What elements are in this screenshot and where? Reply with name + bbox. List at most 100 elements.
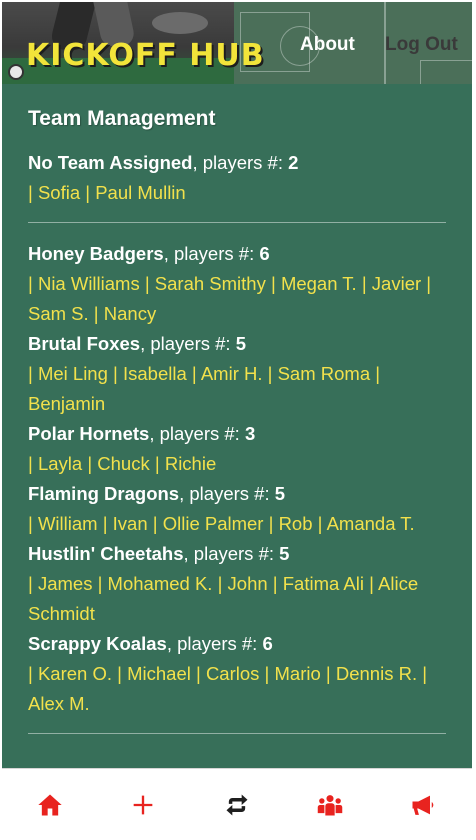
player-separator: | (149, 453, 165, 474)
player-separator: | (28, 573, 38, 594)
main-content: Team Management No Team Assigned, player… (2, 84, 472, 768)
player-link[interactable]: Richie (165, 453, 216, 474)
team-name: Hustlin' Cheetahs (28, 543, 184, 564)
players-count: 5 (274, 483, 286, 504)
player-separator: | (28, 513, 38, 534)
players-count-label: , players #: (192, 152, 289, 173)
player-link[interactable]: Ivan (113, 513, 148, 534)
team-name: Polar Hornets (28, 423, 150, 444)
team-name: Scrappy Koalas (28, 633, 167, 654)
player-link[interactable]: William (38, 513, 98, 534)
team-header: Scrappy Koalas, players #: 6 (28, 629, 446, 659)
players-count-label: , players #: (140, 333, 236, 354)
bottom-tab-bar (2, 768, 472, 838)
team-name: Brutal Foxes (28, 333, 141, 354)
player-list: | Layla | Chuck | Richie (28, 449, 446, 479)
player-separator: | (263, 513, 279, 534)
player-list: | James | Mohamed K. | John | Fatima Ali… (28, 569, 446, 629)
player-link[interactable]: Sarah Smithy (155, 273, 266, 294)
player-separator: | (97, 513, 113, 534)
nav-about-link[interactable]: About (300, 34, 355, 56)
player-link[interactable]: Rob (279, 513, 313, 534)
player-link[interactable]: Isabella (123, 363, 187, 384)
players-count: 5 (279, 543, 290, 564)
players-count: 6 (259, 243, 270, 264)
player-link[interactable]: Paul Mullin (95, 182, 186, 203)
player-separator: | (312, 513, 327, 534)
page-title: Team Management (28, 107, 216, 130)
player-separator: | (265, 273, 281, 294)
player-link[interactable]: Mario (275, 663, 321, 684)
player-separator: | (267, 573, 283, 594)
player-separator: | (28, 663, 38, 684)
tab-teams[interactable] (316, 791, 344, 819)
player-separator: | (147, 513, 163, 534)
player-list: | William | Ivan | Ollie Palmer | Rob | … (28, 509, 446, 539)
player-separator: | (139, 273, 155, 294)
app-logo[interactable]: KICKOFF HUB (26, 38, 265, 73)
player-link[interactable]: James (38, 573, 93, 594)
player-separator: | (417, 663, 428, 684)
player-link[interactable]: Nancy (104, 303, 156, 324)
users-icon (317, 795, 343, 816)
player-link[interactable]: Michael (127, 663, 191, 684)
players-count-label: , players #: (163, 243, 260, 264)
team-name: No Team Assigned (28, 152, 193, 173)
player-link[interactable]: Benjamin (28, 393, 105, 414)
player-link[interactable]: Nia Williams (38, 273, 140, 294)
team-header: Flaming Dragons, players #: 5 (28, 479, 446, 509)
teams-section: Honey Badgers, players #: 6 | Nia William… (28, 223, 446, 734)
player-separator: | (262, 363, 278, 384)
player-link[interactable]: Amanda T. (327, 513, 415, 534)
player-link[interactable]: Amir H. (201, 363, 263, 384)
player-link[interactable]: Sam S. (28, 303, 89, 324)
tab-add[interactable] (129, 791, 157, 819)
player-link[interactable]: Sofia (38, 182, 80, 203)
player-link[interactable]: Mei Ling (38, 363, 108, 384)
team-header: Hustlin' Cheetahs, players #: 5 (28, 539, 446, 569)
player-separator: | (28, 453, 38, 474)
player-link[interactable]: Alex M. (28, 693, 90, 714)
tab-home[interactable] (36, 791, 64, 819)
player-link[interactable]: Carlos (206, 663, 259, 684)
swap-icon (226, 794, 248, 816)
player-list: | Karen O. | Michael | Carlos | Mario | … (28, 659, 446, 719)
player-link[interactable]: Fatima Ali (283, 573, 364, 594)
nav-logout-link[interactable]: Log Out (385, 34, 458, 56)
player-link[interactable]: Javier (372, 273, 421, 294)
player-separator: | (186, 363, 201, 384)
player-link[interactable]: Layla (38, 453, 82, 474)
megaphone-icon (412, 795, 434, 815)
players-count-label: , players #: (183, 543, 280, 564)
player-link[interactable]: Sam Roma (278, 363, 371, 384)
header: KICKOFF HUB About Log Out (2, 2, 472, 84)
player-link[interactable]: Megan T. (281, 273, 357, 294)
team-header: Polar Hornets, players #: 3 (28, 419, 446, 449)
players-count: 6 (262, 633, 273, 654)
unassigned-section: No Team Assigned, players #: 2 | Sofia | … (28, 133, 446, 223)
player-separator: | (28, 182, 38, 203)
player-separator: | (356, 273, 372, 294)
team-name: Honey Badgers (28, 243, 164, 264)
player-link[interactable]: Chuck (97, 453, 149, 474)
player-separator: | (28, 273, 38, 294)
player-separator: | (80, 182, 96, 203)
tab-transfer[interactable] (223, 791, 251, 819)
player-link[interactable]: Mohamed K. (108, 573, 213, 594)
player-separator: | (370, 363, 381, 384)
player-link[interactable]: Karen O. (38, 663, 112, 684)
home-icon (38, 794, 62, 816)
player-separator: | (82, 453, 98, 474)
app-frame: KICKOFF HUB About Log Out Team Managemen… (2, 2, 472, 838)
player-separator: | (190, 663, 206, 684)
players-count: 5 (235, 333, 246, 354)
player-link[interactable]: Ollie Palmer (163, 513, 264, 534)
player-list: | Mei Ling | Isabella | Amir H. | Sam Ro… (28, 359, 446, 419)
player-separator: | (112, 663, 128, 684)
players-count-label: , players #: (149, 423, 245, 444)
player-link[interactable]: Dennis R. (336, 663, 417, 684)
player-link[interactable]: John (228, 573, 268, 594)
player-list: | Sofia | Paul Mullin (28, 178, 446, 208)
tab-announcements[interactable] (409, 791, 437, 819)
player-separator: | (107, 363, 123, 384)
